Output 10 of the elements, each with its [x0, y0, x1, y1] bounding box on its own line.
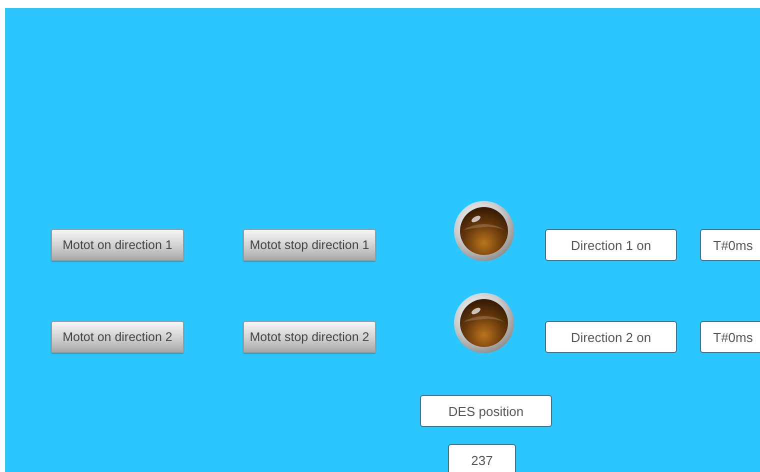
status-field: Direction 2 on [545, 321, 677, 353]
timer-field: T#0ms [700, 229, 760, 261]
status-field: Direction 1 on [545, 229, 677, 261]
position-label: DES position [420, 395, 552, 427]
timer-field: T#0ms [700, 321, 760, 353]
motor-on-button[interactable]: Motot on direction 1 [51, 229, 184, 261]
position-value-field: 237 [448, 444, 516, 472]
motor-on-button[interactable]: Motot on direction 2 [51, 321, 184, 353]
motor-stop-button[interactable]: Motot stop direction 2 [243, 321, 376, 353]
motor-stop-button[interactable]: Motot stop direction 1 [243, 229, 376, 261]
